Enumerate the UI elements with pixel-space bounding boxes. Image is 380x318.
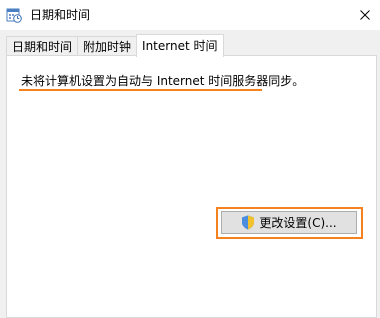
tab-internet-time[interactable]: Internet 时间 — [136, 34, 224, 57]
internet-time-panel: 未将计算机设置为自动与 Internet 时间服务器同步。 — [6, 55, 377, 318]
date-time-dialog: 日期和时间 日期和时间 附加时钟 Internet 时间 未将计算机设置为自动与… — [0, 0, 380, 318]
change-settings-label: 更改设置(C)... — [259, 216, 337, 230]
close-button[interactable] — [350, 0, 380, 30]
change-settings-button[interactable]: 更改设置(C)... — [221, 211, 357, 234]
title-bar: 日期和时间 — [0, 0, 380, 30]
tab-additional-clocks[interactable]: 附加时钟 — [77, 36, 138, 56]
highlight-underline — [19, 89, 262, 91]
sync-status-message: 未将计算机设置为自动与 Internet 时间服务器同步。 — [21, 74, 305, 88]
tab-date-and-time[interactable]: 日期和时间 — [6, 36, 79, 56]
tab-strip: 日期和时间 附加时钟 Internet 时间 — [6, 34, 224, 57]
uac-shield-icon — [241, 215, 255, 230]
close-icon — [360, 10, 370, 20]
clock-calendar-icon — [6, 7, 22, 23]
window-title: 日期和时间 — [30, 8, 91, 22]
